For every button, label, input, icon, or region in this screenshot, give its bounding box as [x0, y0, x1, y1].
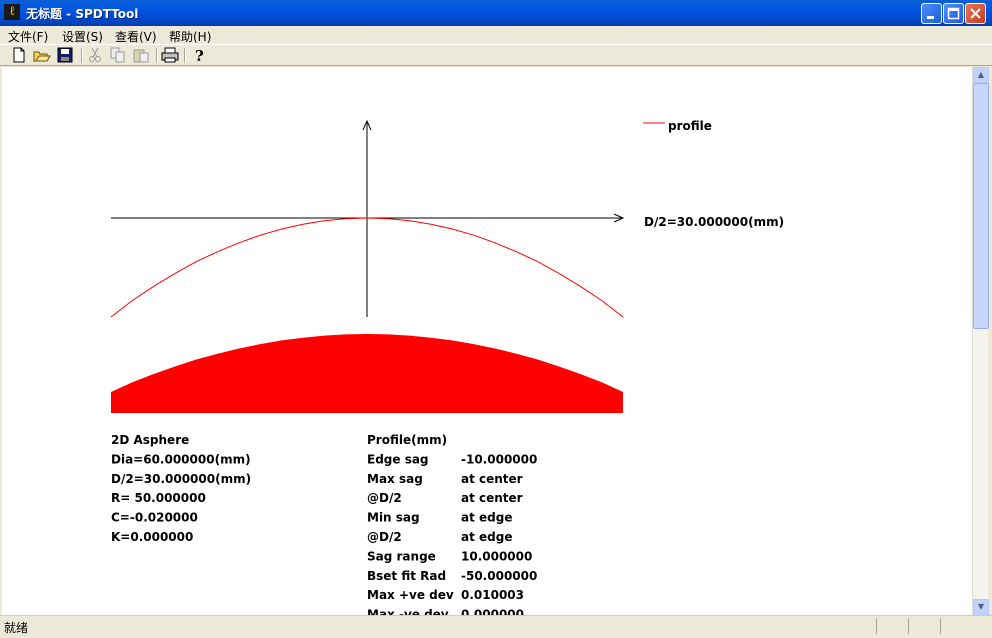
result-value: 10.000000: [461, 549, 532, 563]
result-value: at edge: [461, 530, 512, 544]
copy-icon: [110, 47, 125, 63]
status-panel: [940, 618, 971, 634]
axis-label: D/2=30.000000(mm): [644, 215, 784, 229]
result-label: Max +ve dev: [367, 588, 454, 602]
result-label: Bset fit Rad: [367, 569, 446, 583]
print-button[interactable]: [161, 47, 179, 63]
save-icon: [57, 47, 73, 63]
result-value: at edge: [461, 511, 512, 525]
close-button[interactable]: [965, 3, 986, 24]
minimize-icon: [927, 16, 934, 19]
window-title: 无标题 - SPDTTool: [26, 7, 139, 21]
app-icon[interactable]: ℓ: [4, 4, 20, 20]
cut-button[interactable]: [86, 47, 104, 63]
help-icon: ?: [195, 47, 204, 65]
document-view[interactable]: profile D/2=30.000000(mm) 2D Asphere Dia=…: [2, 67, 972, 615]
toolbar-separator: [81, 48, 83, 63]
scroll-down-button[interactable]: ▼: [973, 599, 989, 615]
parameter-line: Dia=60.000000(mm): [111, 452, 251, 466]
parameter-line: R= 50.000000: [111, 491, 206, 505]
help-button[interactable]: ?: [190, 47, 208, 65]
toolbar: ?: [0, 44, 992, 66]
result-label: Min sag: [367, 511, 420, 525]
result-label: Max sag: [367, 472, 423, 486]
menu-view[interactable]: 查看(V): [115, 28, 157, 45]
scroll-thumb[interactable]: [973, 83, 989, 329]
result-value: 0.010003: [461, 588, 524, 602]
result-value: -10.000000: [461, 452, 537, 466]
lens-parameters: 2D Asphere Dia=60.000000(mm) D/2=30.000000…: [111, 433, 251, 544]
maximize-button[interactable]: [943, 3, 964, 24]
minimize-button[interactable]: [921, 3, 942, 24]
result-value: -50.000000: [461, 569, 537, 583]
vertical-scrollbar[interactable]: ▲ ▼: [972, 67, 989, 615]
svg-text:?: ?: [195, 47, 204, 63]
status-text: 就绪: [4, 621, 29, 635]
result-value: 0.000000: [461, 608, 524, 615]
result-label: @D/2: [367, 491, 402, 505]
menu-file[interactable]: 文件(F): [8, 28, 48, 45]
lens-fill-shape: [111, 334, 623, 413]
cut-icon: [89, 47, 101, 62]
toolbar-separator: [156, 48, 158, 63]
paste-button[interactable]: [132, 47, 150, 63]
result-label: Max -ve dev: [367, 608, 449, 615]
menu-settings[interactable]: 设置(S): [62, 28, 103, 45]
close-icon: [970, 8, 981, 19]
new-button[interactable]: [10, 47, 28, 63]
save-button[interactable]: [56, 47, 74, 63]
result-value: at center: [461, 472, 523, 486]
title-bar: ℓ 无标题 - SPDTTool: [0, 0, 992, 26]
result-label: @D/2: [367, 530, 402, 544]
parameter-line: K=0.000000: [111, 530, 193, 544]
parameter-line: C=-0.020000: [111, 511, 198, 525]
result-label: Profile(mm): [367, 433, 447, 447]
maximize-icon: [947, 7, 960, 20]
status-panel: [876, 618, 907, 634]
copy-button[interactable]: [109, 47, 127, 63]
profile-results: Profile(mm) Edge sag -10.000000 Max sag at c…: [367, 433, 537, 615]
result-value: at center: [461, 491, 523, 505]
paste-icon: [133, 49, 149, 63]
print-icon: [161, 47, 179, 63]
legend-label: profile: [668, 119, 712, 133]
menu-bar: 文件(F) 设置(S) 查看(V) 帮助(H): [0, 26, 992, 44]
toolbar-separator: [184, 48, 186, 63]
profile-plot: profile D/2=30.000000(mm) 2D Asphere Dia=…: [110, 119, 784, 615]
parameter-line: 2D Asphere: [111, 433, 189, 447]
status-panel: [908, 618, 939, 634]
scroll-up-button[interactable]: ▲: [973, 67, 989, 83]
result-label: Sag range: [367, 549, 436, 563]
open-button[interactable]: [33, 47, 51, 63]
parameter-line: D/2=30.000000(mm): [111, 472, 251, 486]
new-icon: [13, 47, 25, 63]
menu-help[interactable]: 帮助(H): [169, 28, 211, 45]
open-icon: [33, 51, 51, 62]
status-bar: 就绪: [0, 615, 992, 638]
result-label: Edge sag: [367, 452, 429, 466]
